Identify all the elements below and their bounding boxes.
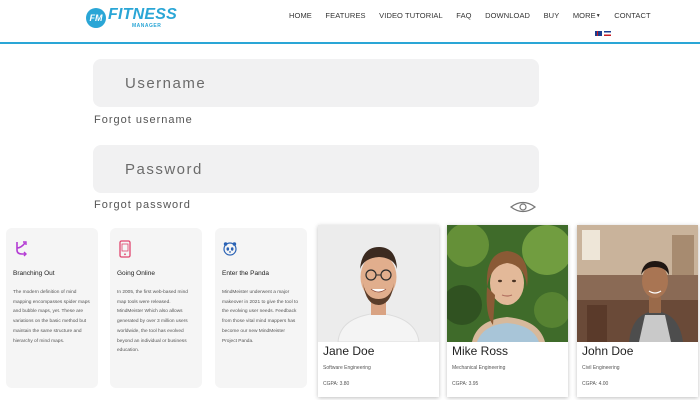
caret-down-icon: ▼ — [595, 13, 601, 20]
nav-download[interactable]: DOWNLOAD — [485, 11, 530, 20]
logo-text: FITNESS MANAGER — [108, 7, 177, 29]
profile-major: Civil Engineering — [582, 365, 620, 371]
profile-major: Software Engineering — [323, 365, 371, 371]
logo[interactable]: FM FITNESS MANAGER — [86, 5, 177, 31]
fr-flag-icon[interactable] — [604, 31, 611, 36]
profile-photo — [447, 225, 568, 342]
nav-contact[interactable]: CONTACT — [614, 11, 650, 20]
logo-sub-text: MANAGER — [132, 23, 162, 29]
username-input[interactable] — [93, 59, 539, 107]
nav-features[interactable]: FEATURES — [325, 11, 365, 20]
profile-card[interactable]: John Doe Civil Engineering CGPA: 4.00 — [577, 225, 698, 397]
nav-more[interactable]: MORE▼ — [573, 11, 601, 20]
profile-photo — [318, 225, 439, 342]
panda-icon — [223, 242, 237, 256]
logo-main-text: FITNESS — [108, 6, 177, 23]
main-nav: HOME FEATURES VIDEO TUTORIAL FAQ DOWNLOA… — [289, 11, 664, 20]
profile-gpa: CGPA: 3.80 — [323, 381, 350, 387]
profile-name: Jane Doe — [323, 344, 375, 358]
profile-major: Mechanical Engineering — [452, 365, 506, 371]
branch-icon — [16, 241, 27, 257]
profile-card[interactable]: Jane Doe Software Engineering CGPA: 3.80 — [318, 225, 439, 397]
feature-title: Going Online — [117, 270, 155, 277]
forgot-username-link[interactable]: Forgot username — [94, 114, 193, 126]
feature-card: Branching Out The modern definition of m… — [6, 228, 98, 388]
nav-home[interactable]: HOME — [289, 11, 312, 20]
mobile-icon — [119, 240, 131, 258]
profile-name: Mike Ross — [452, 344, 509, 358]
feature-card: Going Online In 2005, the first web-base… — [110, 228, 202, 388]
eye-icon[interactable] — [510, 201, 536, 213]
site-header: FM FITNESS MANAGER HOME FEATURES VIDEO T… — [0, 0, 700, 44]
feature-text: In 2005, the first web-based mind map to… — [117, 290, 188, 354]
forgot-password-link[interactable]: Forgot password — [94, 199, 191, 211]
profile-name: John Doe — [582, 344, 634, 358]
profile-card[interactable]: Mike Ross Mechanical Engineering CGPA: 3… — [447, 225, 568, 397]
feature-card: Enter the Panda MindMeister underwent a … — [215, 228, 307, 388]
page: FM FITNESS MANAGER HOME FEATURES VIDEO T… — [0, 0, 700, 400]
feature-text: MindMeister underwent a major makeover i… — [222, 290, 298, 344]
profile-gpa: CGPA: 4.00 — [582, 381, 609, 387]
logo-badge: FM — [86, 8, 106, 28]
nav-buy[interactable]: BUY — [544, 11, 560, 20]
uk-flag-icon[interactable] — [595, 31, 602, 36]
feature-title: Branching Out — [13, 270, 55, 277]
feature-title: Enter the Panda — [222, 270, 269, 277]
nav-faq[interactable]: FAQ — [456, 11, 471, 20]
feature-text: The modern definition of mind mapping en… — [13, 290, 90, 344]
nav-more-label: MORE — [572, 11, 596, 20]
language-flags — [595, 31, 611, 36]
nav-video-tutorial[interactable]: VIDEO TUTORIAL — [379, 11, 443, 20]
password-input[interactable] — [93, 145, 539, 193]
profile-photo — [577, 225, 698, 342]
profile-gpa: CGPA: 3.95 — [452, 381, 479, 387]
